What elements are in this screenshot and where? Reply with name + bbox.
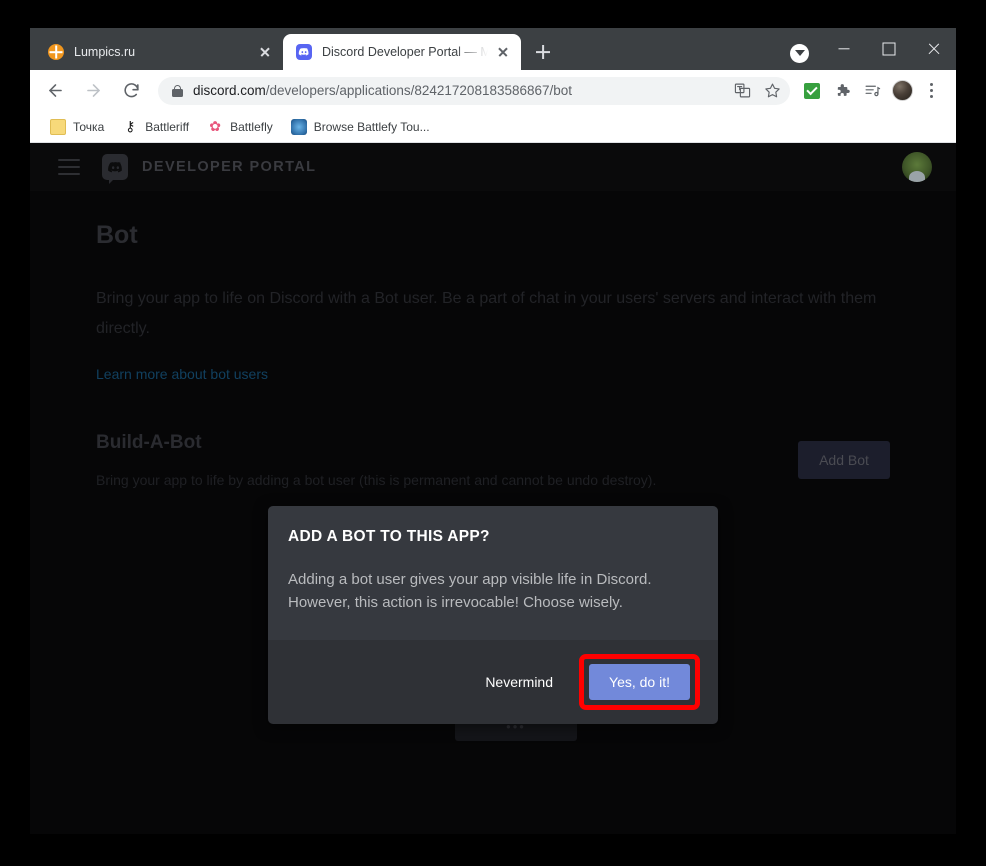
close-icon[interactable] xyxy=(494,43,512,61)
discord-favicon xyxy=(296,44,312,60)
bot-page-body: Bot Bring your app to life on Discord wi… xyxy=(30,191,956,488)
bookmark-battlefly[interactable]: ✿ Battlefly xyxy=(199,115,281,139)
user-avatar[interactable] xyxy=(902,152,932,182)
lumpics-favicon xyxy=(48,44,64,60)
bookmark-label: Browse Battlefy Tou... xyxy=(314,120,430,134)
extensions-puzzle-icon[interactable] xyxy=(828,77,856,105)
new-tab-button[interactable] xyxy=(529,38,557,66)
chrome-update-icon[interactable] xyxy=(790,44,809,63)
page-title: Bot xyxy=(96,221,890,250)
page-content: DEVELOPER PORTAL Bot Bring your app to l… xyxy=(30,143,956,834)
browser-tab-discord[interactable]: Discord Developer Portal — My A xyxy=(283,34,521,70)
yes-do-it-button[interactable]: Yes, do it! xyxy=(589,664,690,700)
close-window-button[interactable] xyxy=(911,28,956,70)
nevermind-button[interactable]: Nevermind xyxy=(469,665,569,699)
profile-avatar[interactable] xyxy=(888,77,916,105)
bookmarks-bar: Точка ⚷ Battleriff ✿ Battlefly Browse Ba… xyxy=(30,111,956,143)
tab-title: Discord Developer Portal — My A xyxy=(322,45,488,59)
build-a-bot-text: Build-A-Bot Bring your app to life by ad… xyxy=(96,432,780,488)
globe-icon xyxy=(291,119,307,135)
modal-footer: Nevermind Yes, do it! xyxy=(268,640,718,724)
add-bot-confirmation-modal: ADD A BOT TO THIS APP? Adding a bot user… xyxy=(268,506,718,724)
add-bot-button[interactable]: Add Bot xyxy=(798,441,890,479)
modal-body: ADD A BOT TO THIS APP? Adding a bot user… xyxy=(268,506,718,640)
url-path: /developers/applications/824217208183586… xyxy=(266,83,572,98)
portal-brand-label: DEVELOPER PORTAL xyxy=(142,159,316,175)
browser-toolbar: discord.com/developers/applications/8242… xyxy=(30,70,956,111)
page-description: Bring your app to life on Discord with a… xyxy=(96,284,890,344)
tab-title: Lumpics.ru xyxy=(74,45,250,59)
lock-icon xyxy=(172,84,183,98)
modal-title: ADD A BOT TO THIS APP? xyxy=(288,528,698,546)
build-a-bot-section: Build-A-Bot Bring your app to life by ad… xyxy=(96,432,890,488)
address-bar[interactable]: discord.com/developers/applications/8242… xyxy=(158,77,790,105)
bookmark-tochka[interactable]: Точка xyxy=(42,115,112,139)
learn-more-link[interactable]: Learn more about bot users xyxy=(96,366,268,382)
reload-button[interactable] xyxy=(115,75,147,107)
shield-icon: ⚷ xyxy=(122,119,138,135)
browser-tab-lumpics[interactable]: Lumpics.ru xyxy=(35,34,283,70)
forward-button[interactable] xyxy=(77,75,109,107)
confirm-button-wrapper: Yes, do it! xyxy=(579,654,700,710)
maximize-button[interactable] xyxy=(866,28,911,70)
bookmark-label: Battlefly xyxy=(230,120,273,134)
window-controls xyxy=(790,28,956,70)
url-host: discord.com xyxy=(193,83,266,98)
back-button[interactable] xyxy=(39,75,71,107)
bookmark-label: Battleriff xyxy=(145,120,189,134)
modal-text-line1: Adding a bot user gives your app visible… xyxy=(288,568,698,591)
folder-icon xyxy=(50,119,66,135)
bookmark-label: Точка xyxy=(73,120,104,134)
translate-icon[interactable] xyxy=(728,77,756,105)
discord-logo-icon xyxy=(102,154,128,180)
tab-strip: Lumpics.ru Discord Developer Portal — My… xyxy=(30,28,956,70)
minimize-button[interactable] xyxy=(821,28,866,70)
bookmark-browse-battlefy[interactable]: Browse Battlefy Tou... xyxy=(283,115,438,139)
bookmark-star-icon[interactable] xyxy=(758,77,786,105)
section-title: Build-A-Bot xyxy=(96,432,780,454)
browser-window: Lumpics.ru Discord Developer Portal — My… xyxy=(30,28,956,834)
extension-check-icon[interactable] xyxy=(798,77,826,105)
modal-text-line2: However, this action is irrevocable! Cho… xyxy=(288,591,698,614)
url-text: discord.com/developers/applications/8242… xyxy=(193,83,726,98)
omnibox-icons xyxy=(726,77,786,105)
menu-icon[interactable] xyxy=(58,159,80,175)
reading-list-icon[interactable] xyxy=(858,77,886,105)
leaf-icon: ✿ xyxy=(207,119,223,135)
close-icon[interactable] xyxy=(256,43,274,61)
chrome-menu-icon[interactable] xyxy=(918,77,946,105)
developer-portal-header: DEVELOPER PORTAL xyxy=(30,143,956,191)
bookmark-battleriff[interactable]: ⚷ Battleriff xyxy=(114,115,197,139)
section-subtitle: Bring your app to life by adding a bot u… xyxy=(96,472,780,488)
